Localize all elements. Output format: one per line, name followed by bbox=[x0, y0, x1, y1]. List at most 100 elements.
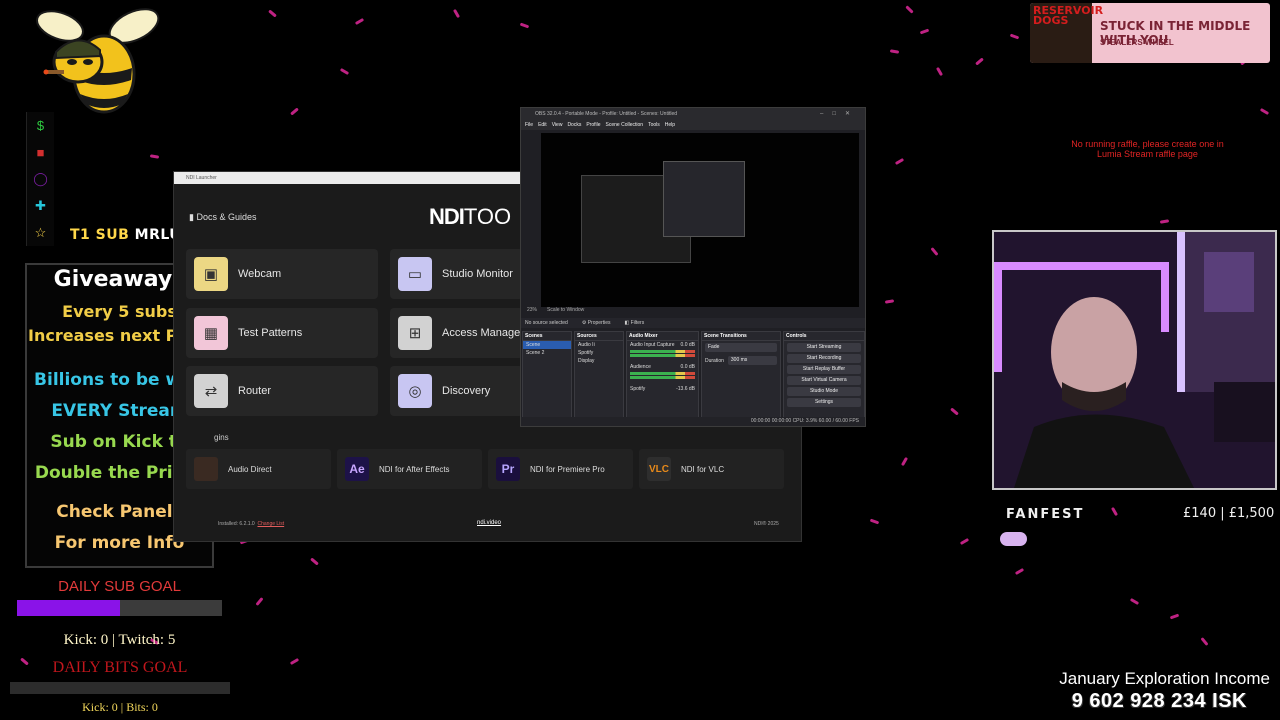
income-label: January Exploration Income bbox=[1059, 669, 1270, 688]
tile-test-patterns[interactable]: ▦ Test Patterns bbox=[186, 308, 378, 358]
confetti-piece bbox=[339, 67, 350, 76]
ndi-site-link[interactable]: ndi.video bbox=[477, 520, 501, 526]
confetti-piece bbox=[1110, 506, 1119, 517]
fanfest-progress-bar bbox=[1000, 532, 1270, 546]
menu-scene-collection[interactable]: Scene Collection bbox=[606, 122, 644, 130]
confetti-piece bbox=[1169, 613, 1180, 620]
menu-profile[interactable]: Profile bbox=[586, 122, 600, 130]
fanfest-amount: £140 | £1,500 bbox=[1183, 506, 1275, 521]
tile-label: Test Patterns bbox=[238, 327, 303, 339]
start-recording-button[interactable]: Start Recording bbox=[787, 354, 861, 363]
webcam-icon: ▣ bbox=[194, 257, 228, 291]
obs-source-toolbar: No source selected ⚙ Properties ◧ Filter… bbox=[521, 318, 865, 328]
volume-meter bbox=[630, 350, 695, 353]
installed-label: Installed: 6.2.1.0 bbox=[218, 521, 255, 527]
confetti-piece bbox=[1014, 567, 1025, 576]
volume-meter bbox=[630, 372, 695, 375]
plugin-label: NDI for VLC bbox=[681, 464, 725, 474]
bits-goal-counts: Kick: 0 | Bits: 0 bbox=[82, 700, 158, 714]
start-replay-buffer-button[interactable]: Start Replay Buffer bbox=[787, 365, 861, 374]
menu-file[interactable]: File bbox=[525, 122, 533, 130]
menu-edit[interactable]: Edit bbox=[538, 122, 547, 130]
window-controls[interactable]: –□✕ bbox=[820, 110, 859, 117]
tile-webcam[interactable]: ▣ Webcam bbox=[186, 249, 378, 299]
controls-title: Controls bbox=[784, 332, 864, 341]
tile-label: Webcam bbox=[238, 268, 282, 280]
settings-button[interactable]: Settings bbox=[787, 398, 861, 407]
sub-goal-fill bbox=[17, 600, 120, 616]
plugin-label: NDI for Premiere Pro bbox=[530, 464, 605, 474]
confetti-piece bbox=[255, 597, 264, 606]
confetti-piece bbox=[1259, 107, 1270, 116]
tile-router[interactable]: ⇄ Router bbox=[186, 366, 378, 416]
monitor-icon: ▭ bbox=[398, 257, 432, 291]
sub-goal-label: DAILY SUB GOAL bbox=[58, 578, 181, 595]
tile-label: Access Manage bbox=[442, 327, 521, 339]
confetti-piece bbox=[950, 407, 959, 416]
tile-discovery[interactable]: ◎ Discovery bbox=[390, 366, 523, 416]
plugin-after-effects[interactable]: Ae NDI for After Effects bbox=[337, 449, 482, 489]
router-icon: ⇄ bbox=[194, 374, 228, 408]
duration-input[interactable]: 300 ms bbox=[727, 356, 777, 365]
source-item[interactable]: Display bbox=[575, 357, 623, 365]
audio-direct-icon bbox=[194, 457, 218, 481]
volume-meter bbox=[630, 354, 695, 357]
sub-goal-counts: Kick: 0 | Twitch: 5 bbox=[63, 632, 176, 648]
plugin-vlc[interactable]: VLC NDI for VLC bbox=[639, 449, 784, 489]
confetti-piece bbox=[519, 22, 530, 29]
pattern-icon: ▦ bbox=[194, 316, 228, 350]
duration-label: Duration bbox=[705, 357, 724, 364]
source-item[interactable]: Audio Ii bbox=[575, 341, 623, 349]
confetti-piece bbox=[889, 49, 900, 54]
scene-transitions-dock: Scene Transitions Fade Duration 300 ms bbox=[701, 331, 781, 419]
plugin-label: Audio Direct bbox=[228, 464, 272, 474]
sub-goal-bar bbox=[17, 600, 222, 616]
tile-studio-monitor[interactable]: ▭ Studio Monitor bbox=[390, 249, 523, 299]
obs-menu-bar: File Edit View Docks Profile Scene Colle… bbox=[521, 120, 865, 130]
fanfest-progress-fill bbox=[1000, 532, 1027, 546]
properties-button[interactable]: ⚙ Properties bbox=[582, 320, 611, 328]
scenes-dock: Scenes Scene Scene 2 bbox=[522, 331, 572, 419]
plugin-audio-direct[interactable]: Audio Direct bbox=[186, 449, 331, 489]
properties-label: Properties bbox=[587, 320, 611, 326]
preview-nested-obs bbox=[663, 161, 745, 237]
menu-tools[interactable]: Tools bbox=[648, 122, 660, 130]
plugin-label: NDI for After Effects bbox=[379, 464, 450, 474]
tile-label: Router bbox=[238, 385, 272, 397]
scene-item[interactable]: Scene 2 bbox=[523, 349, 571, 357]
obs-preview-canvas[interactable] bbox=[541, 133, 859, 307]
plugin-premiere-pro[interactable]: Pr NDI for Premiere Pro bbox=[488, 449, 633, 489]
docs-guides-link[interactable]: ▮ Docs & Guides bbox=[189, 212, 256, 223]
after-effects-icon: Ae bbox=[345, 457, 369, 481]
scene-item[interactable]: Scene bbox=[523, 341, 571, 349]
start-virtual-camera-button[interactable]: Start Virtual Camera bbox=[787, 376, 861, 385]
start-streaming-button[interactable]: Start Streaming bbox=[787, 343, 861, 352]
bee-mascot-logo bbox=[36, 8, 160, 114]
obs-titlebar[interactable]: OBS 32.0.4 - Portable Mode - Profile: Un… bbox=[521, 108, 865, 120]
studio-mode-button[interactable]: Studio Mode bbox=[787, 387, 861, 396]
confetti-piece bbox=[884, 299, 895, 304]
menu-help[interactable]: Help bbox=[665, 122, 675, 130]
dollar-icon: $ bbox=[36, 117, 45, 133]
zoom-level[interactable]: 23% bbox=[527, 307, 537, 315]
source-item[interactable]: Spotify bbox=[575, 349, 623, 357]
mixer-title: Audio Mixer bbox=[627, 332, 698, 341]
scale-mode[interactable]: Scale to Window bbox=[547, 307, 584, 315]
confetti-piece bbox=[900, 456, 909, 467]
album-art: RESERVOIR DOGS bbox=[1030, 3, 1103, 63]
bus-icon: ■ bbox=[36, 144, 45, 160]
docs-guides-label: Docs & Guides bbox=[196, 212, 257, 222]
transition-select[interactable]: Fade bbox=[705, 343, 777, 352]
menu-view[interactable]: View bbox=[552, 122, 563, 130]
menu-docks[interactable]: Docks bbox=[567, 122, 581, 130]
filters-button[interactable]: ◧ Filters bbox=[624, 320, 644, 328]
tile-access-manager[interactable]: ⊞ Access Manage bbox=[390, 308, 523, 358]
duration-row: Duration 300 ms bbox=[702, 354, 780, 367]
change-list-link[interactable]: Change List bbox=[257, 521, 284, 527]
raffle-notice: No running raffle, please create one in … bbox=[1071, 139, 1224, 159]
tile-label: Studio Monitor bbox=[442, 268, 513, 280]
confetti-piece bbox=[975, 57, 984, 66]
installed-version: Installed: 6.2.1.0 Change List bbox=[218, 521, 284, 527]
user-plus-icon: ✚ bbox=[35, 198, 46, 214]
transitions-title: Scene Transitions bbox=[702, 332, 780, 341]
